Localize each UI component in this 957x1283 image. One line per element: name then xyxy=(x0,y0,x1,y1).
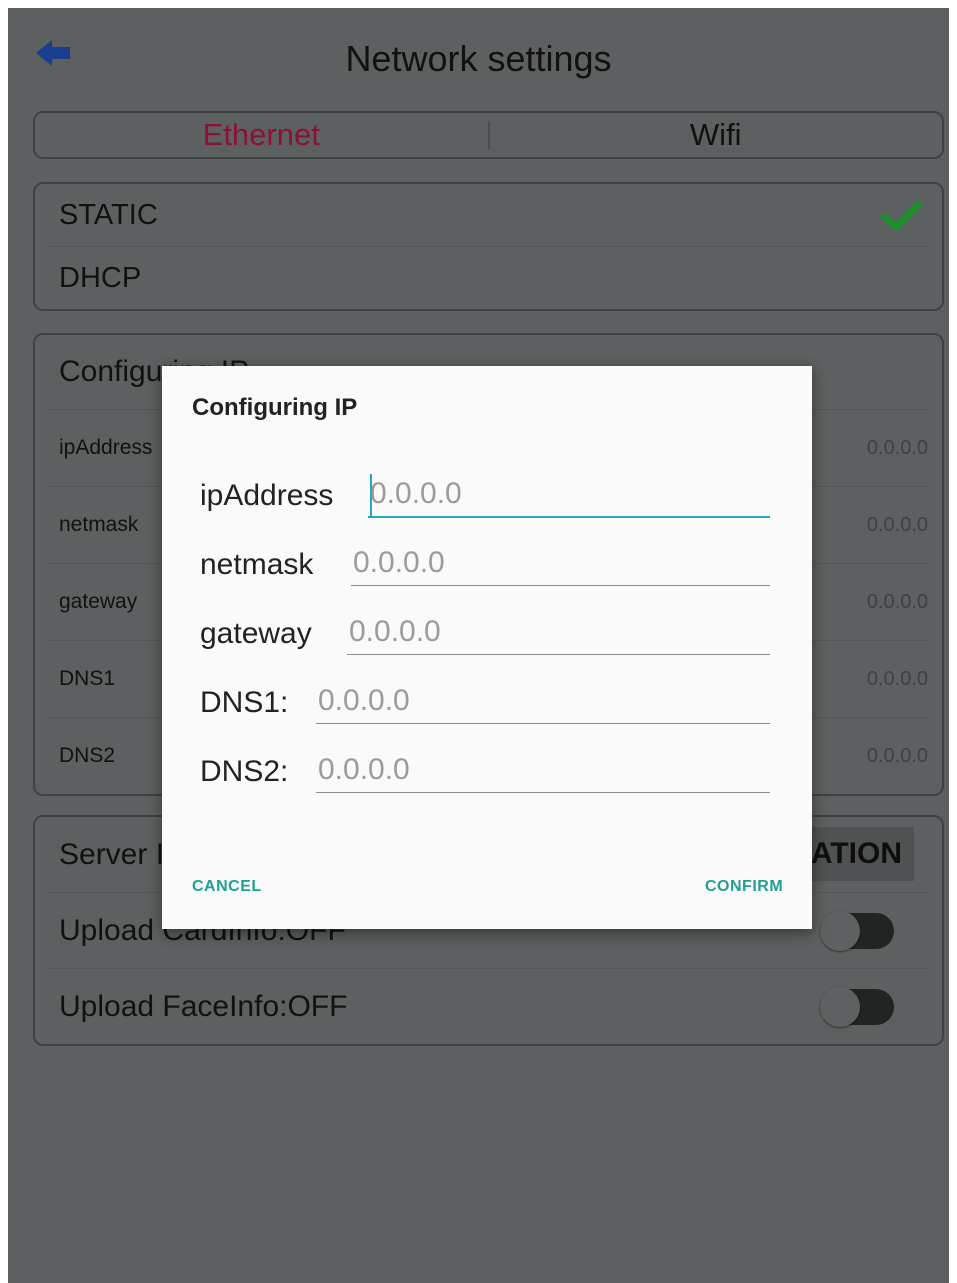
config-row-label: ipAddress xyxy=(59,436,153,459)
dialog-field-label: netmask xyxy=(200,548,314,581)
check-icon xyxy=(882,200,922,231)
dialog-title: Configuring IP xyxy=(192,394,358,421)
gateway-input[interactable] xyxy=(347,610,770,655)
ip-mode-static-label: STATIC xyxy=(59,198,158,231)
dns1-input[interactable] xyxy=(316,679,770,724)
config-row-value: 0.0.0.0 xyxy=(866,513,928,536)
tab-wifi[interactable]: Wifi xyxy=(490,113,943,157)
ip-mode-static[interactable]: STATIC xyxy=(47,184,930,247)
netmask-input[interactable] xyxy=(351,541,770,586)
server-row-label: Server I xyxy=(59,837,165,871)
configuring-ip-dialog: Configuring IP ipAddress netmask gateway… xyxy=(162,366,812,929)
dialog-field-label: gateway xyxy=(200,617,312,650)
dns2-input[interactable] xyxy=(316,748,770,793)
dialog-field-label: DNS2: xyxy=(200,755,289,788)
config-row-value: 0.0.0.0 xyxy=(866,436,928,459)
dialog-field-label: DNS1: xyxy=(200,686,289,719)
upload-faceinfo-toggle[interactable] xyxy=(820,986,894,1027)
page-title: Network settings xyxy=(345,38,612,79)
text-caret xyxy=(370,474,372,516)
config-row-label: DNS1 xyxy=(59,667,116,690)
config-row-label: netmask xyxy=(59,513,139,536)
config-row-value: 0.0.0.0 xyxy=(866,590,928,613)
config-row-label: gateway xyxy=(59,590,138,613)
upload-cardinfo-toggle[interactable] xyxy=(820,910,894,951)
network-tabs: Ethernet Wifi xyxy=(33,111,944,159)
toggle-knob xyxy=(820,910,860,951)
ip-mode-card: STATIC DHCP xyxy=(33,182,944,311)
confirm-button[interactable]: CONFIRM xyxy=(705,878,783,896)
ip-mode-dhcp-label: DHCP xyxy=(59,261,142,294)
tab-ethernet[interactable]: Ethernet xyxy=(35,113,488,157)
cancel-button[interactable]: CANCEL xyxy=(192,878,262,896)
dialog-field-label: ipAddress xyxy=(200,479,334,512)
ip-mode-dhcp[interactable]: DHCP xyxy=(47,247,930,309)
upload-faceinfo-label: Upload FaceInfo:OFF xyxy=(59,989,348,1023)
config-row-label: DNS2 xyxy=(59,744,116,767)
ipaddress-input[interactable] xyxy=(368,472,770,518)
config-row-value: 0.0.0.0 xyxy=(866,667,928,690)
upload-faceinfo-row: Upload FaceInfo:OFF xyxy=(47,969,930,1044)
toggle-knob xyxy=(820,986,860,1027)
config-row-value: 0.0.0.0 xyxy=(866,744,928,767)
